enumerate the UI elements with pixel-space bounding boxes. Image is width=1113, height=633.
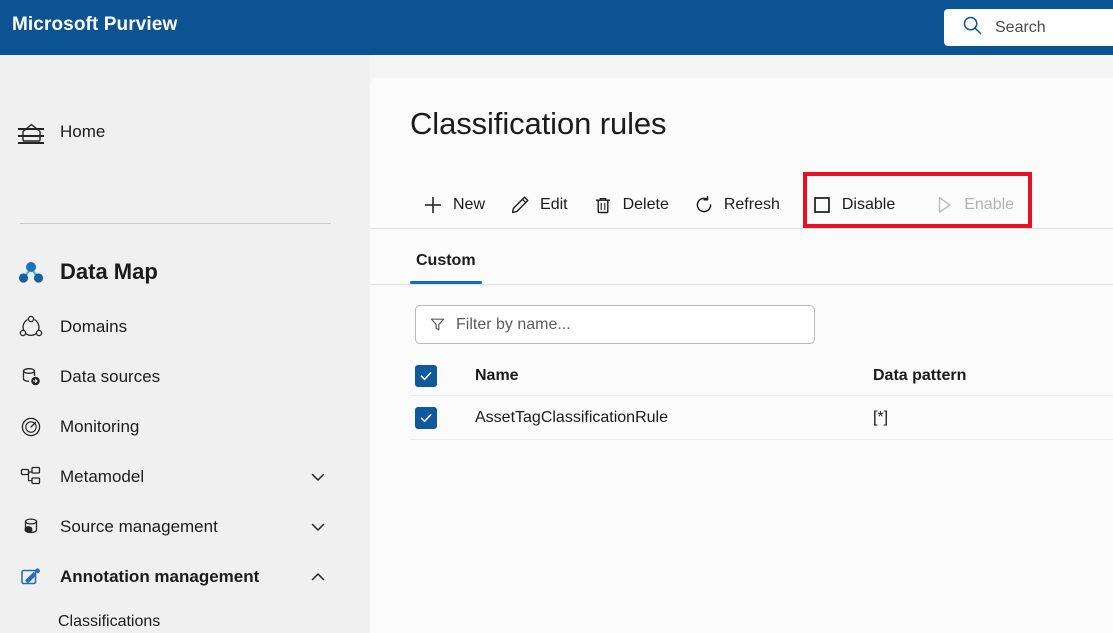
sidebar-item-monitoring-label: Monitoring xyxy=(60,417,140,436)
metamodel-icon xyxy=(16,462,46,492)
sidebar-item-annotation-management-label: Annotation management xyxy=(60,567,260,586)
select-all-checkbox[interactable] xyxy=(415,364,437,387)
row-checkbox[interactable] xyxy=(415,406,437,429)
search-input[interactable]: Search xyxy=(995,19,1046,37)
disable-button-label: Disable xyxy=(841,196,896,213)
sidebar-item-home[interactable]: Home xyxy=(0,112,350,152)
column-header-name: Name xyxy=(475,366,519,384)
enable-button: Enable xyxy=(921,183,1026,227)
chevron-down-icon xyxy=(308,417,328,437)
trash-icon xyxy=(592,194,614,216)
home-icon xyxy=(16,117,46,147)
enable-button-label: Enable xyxy=(964,196,1015,213)
sidebar-item-source-management[interactable]: Source management xyxy=(0,507,350,547)
annotation-management-icon xyxy=(16,562,46,592)
search-icon xyxy=(962,15,983,41)
play-triangle-icon xyxy=(933,194,955,216)
filter-by-name-input[interactable]: Filter by name... xyxy=(415,305,815,344)
sidebar-item-data-sources-label: Data sources xyxy=(60,367,161,386)
command-toolbar: New Edit Delete Refresh Disable Enable xyxy=(410,183,1026,227)
sidebar-item-source-management-label: Source management xyxy=(60,517,218,536)
column-header-data-pattern: Data pattern xyxy=(873,366,967,384)
toolbar-divider xyxy=(370,228,1113,229)
sidebar-divider xyxy=(20,223,331,224)
delete-button[interactable]: Delete xyxy=(580,183,681,227)
top-header-bar: Microsoft Purview Search xyxy=(0,0,1113,55)
refresh-button-label: Refresh xyxy=(723,196,780,213)
data-sources-icon xyxy=(16,362,46,392)
pencil-icon xyxy=(509,194,531,216)
sidebar-item-metamodel[interactable]: Metamodel xyxy=(0,457,350,497)
new-button-label: New xyxy=(453,196,486,213)
data-map-icon xyxy=(16,257,46,287)
classification-rules-table: Name Data pattern AssetTagClassification… xyxy=(410,356,1113,440)
sidebar-section-data-map-label: Data Map xyxy=(60,259,158,284)
new-button[interactable]: New xyxy=(410,183,497,227)
square-outline-icon xyxy=(811,194,833,216)
sidebar-item-data-sources[interactable]: Data sources xyxy=(0,357,350,397)
left-navigation-sidebar: Home Data Map Domains Data sources Monit… xyxy=(0,55,370,633)
row-data-pattern-cell: [*] xyxy=(873,408,889,426)
row-name-cell: AssetTagClassificationRule xyxy=(475,408,668,426)
sidebar-item-annotation-management[interactable]: Annotation management xyxy=(0,557,350,597)
edit-button-label: Edit xyxy=(540,196,568,213)
sidebar-item-metamodel-label: Metamodel xyxy=(60,467,145,486)
sidebar-item-monitoring[interactable]: Monitoring xyxy=(0,407,350,447)
sidebar-item-domains-label: Domains xyxy=(60,317,128,336)
source-management-icon xyxy=(16,512,46,542)
chevron-down-icon[interactable] xyxy=(308,517,328,537)
disable-button[interactable]: Disable xyxy=(799,183,907,227)
monitoring-icon xyxy=(16,412,46,442)
purview-app: Microsoft Purview Search Home Data Map D… xyxy=(0,0,1113,633)
refresh-icon xyxy=(693,194,715,216)
plus-icon xyxy=(422,194,444,216)
sidebar-item-domains[interactable]: Domains xyxy=(0,307,350,347)
table-header-row: Name Data pattern xyxy=(410,356,1113,396)
chevron-up-icon[interactable] xyxy=(308,567,328,587)
delete-button-label: Delete xyxy=(622,196,669,213)
sidebar-section-data-map[interactable]: Data Map xyxy=(0,252,350,292)
sidebar-item-home-label: Home xyxy=(60,122,106,141)
tabs-divider xyxy=(370,284,1113,285)
page-title: Classification rules xyxy=(410,106,667,141)
tab-custom-label: Custom xyxy=(416,252,476,269)
filter-placeholder: Filter by name... xyxy=(456,315,571,333)
app-brand-title: Microsoft Purview xyxy=(12,14,178,35)
edit-button[interactable]: Edit xyxy=(497,183,580,227)
funnel-icon xyxy=(429,316,446,333)
sidebar-item-classifications[interactable]: Classifications xyxy=(0,602,350,633)
chevron-down-icon[interactable] xyxy=(308,467,328,487)
domains-icon xyxy=(16,312,46,342)
refresh-button[interactable]: Refresh xyxy=(681,183,792,227)
global-search-box[interactable]: Search xyxy=(944,9,1113,46)
table-row[interactable]: AssetTagClassificationRule [*] xyxy=(410,396,1113,440)
sidebar-item-classifications-label: Classifications xyxy=(58,613,161,630)
main-content-card: Classification rules New Edit Delete Ref… xyxy=(370,78,1113,633)
tab-custom[interactable]: Custom xyxy=(410,238,482,284)
tab-bar: Custom xyxy=(410,238,482,284)
